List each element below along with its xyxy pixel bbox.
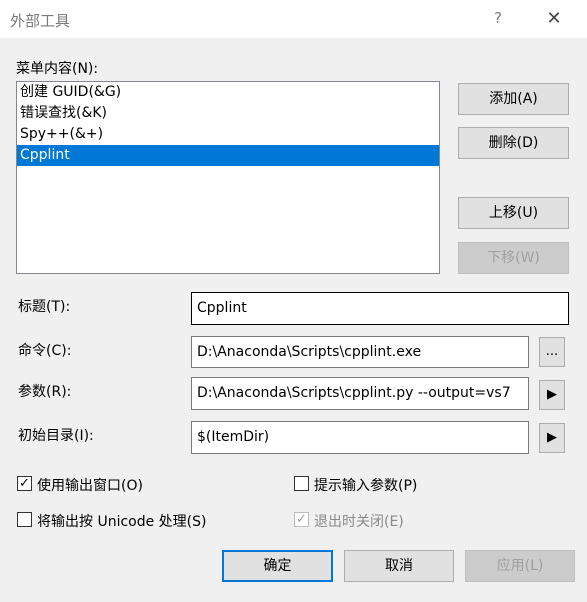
cancel-button[interactable]: 取消 xyxy=(344,550,454,582)
move-up-button[interactable]: 上移(U) xyxy=(458,197,569,229)
initial-directory-input[interactable]: $(ItemDir) xyxy=(191,421,529,454)
delete-button[interactable]: 删除(D) xyxy=(458,127,569,159)
ok-button[interactable]: 确定 xyxy=(222,550,333,582)
use-output-window-checkbox[interactable]: ✓ xyxy=(17,476,32,491)
apply-button[interactable]: 应用(L) xyxy=(465,550,575,582)
initial-directory-menu-button[interactable]: ▶ xyxy=(539,423,565,453)
check-icon: ✓ xyxy=(296,512,307,527)
list-item[interactable]: 创建 GUID(&G) xyxy=(17,82,439,103)
check-icon: ✓ xyxy=(19,476,30,491)
menu-contents-label: 菜单内容(N): xyxy=(16,61,99,77)
initial-directory-label: 初始目录(I): xyxy=(18,428,94,444)
close-on-exit-label: 退出时关闭(E) xyxy=(314,514,404,530)
unicode-output-label: 将输出按 Unicode 处理(S) xyxy=(37,514,207,530)
list-item[interactable]: Spy++(&+) xyxy=(17,124,439,145)
prompt-arguments-checkbox[interactable] xyxy=(294,476,309,491)
list-item-selected[interactable]: Cpplint xyxy=(17,145,439,166)
command-label: 命令(C): xyxy=(18,343,72,359)
move-down-button[interactable]: 下移(W) xyxy=(458,242,569,274)
arrow-right-icon: ▶ xyxy=(547,387,557,402)
prompt-arguments-label: 提示输入参数(P) xyxy=(314,478,418,494)
unicode-output-checkbox[interactable] xyxy=(17,512,32,527)
menu-contents-list[interactable]: 创建 GUID(&G) 错误查找(&K) Spy++(&+) Cpplint xyxy=(16,81,440,274)
use-output-window-label: 使用输出窗口(O) xyxy=(37,478,143,494)
list-item[interactable]: 错误查找(&K) xyxy=(17,103,439,124)
arguments-input[interactable]: D:\Anaconda\Scripts\cpplint.py --output=… xyxy=(191,377,529,410)
title-bar: 外部工具 ? ✕ xyxy=(0,0,587,38)
close-button[interactable]: ✕ xyxy=(540,6,568,32)
title-label: 标题(T): xyxy=(18,299,71,315)
browse-button[interactable]: ... xyxy=(539,337,565,367)
command-input[interactable]: D:\Anaconda\Scripts\cpplint.exe xyxy=(191,336,529,368)
window-title: 外部工具 xyxy=(10,12,71,30)
help-button[interactable]: ? xyxy=(486,6,510,30)
add-button[interactable]: 添加(A) xyxy=(458,83,569,115)
arrow-right-icon: ▶ xyxy=(547,430,557,445)
arguments-label: 参数(R): xyxy=(18,384,72,400)
title-input[interactable]: Cpplint xyxy=(191,292,569,325)
arguments-menu-button[interactable]: ▶ xyxy=(539,380,565,410)
close-on-exit-checkbox: ✓ xyxy=(294,512,309,527)
